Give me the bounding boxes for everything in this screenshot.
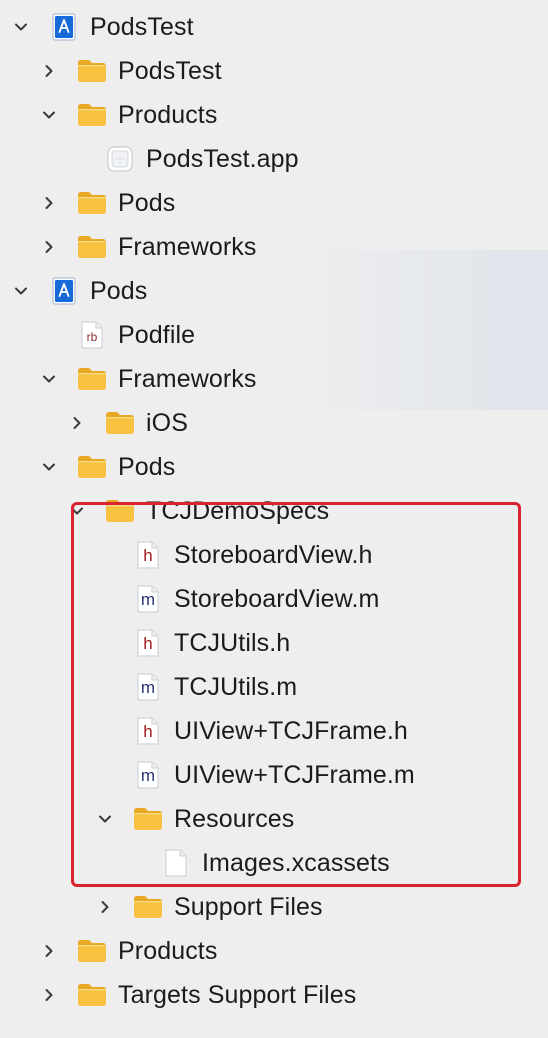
folder-icon	[76, 102, 108, 128]
project-icon	[50, 13, 78, 41]
implementation-file-icon: m	[134, 673, 162, 701]
tree-item-label: TCJUtils.h	[174, 629, 291, 657]
tree-item-label: Pods	[118, 453, 176, 481]
tree-item-label: Frameworks	[118, 365, 257, 393]
chevron-down-icon[interactable]	[67, 501, 87, 521]
tree-row[interactable]: Images.xcassets	[0, 841, 548, 885]
folder-icon	[76, 234, 108, 260]
chevron-down-icon[interactable]	[39, 369, 59, 389]
folder-icon	[76, 366, 108, 392]
chevron-down-icon[interactable]	[39, 457, 59, 477]
svg-text:h: h	[143, 634, 152, 653]
tree-item-label: iOS	[146, 409, 188, 437]
folder-icon	[76, 454, 108, 480]
tree-item-label: PodsTest.app	[146, 145, 299, 173]
tree-row[interactable]: Products	[0, 93, 548, 137]
tree-item-label: Pods	[90, 277, 148, 305]
file-icon	[162, 849, 190, 877]
tree-item-label: Products	[118, 937, 218, 965]
tree-item-label: TCJUtils.m	[174, 673, 298, 701]
tree-item-label: UIView+TCJFrame.h	[174, 717, 408, 745]
folder-icon	[76, 58, 108, 84]
chevron-right-icon[interactable]	[39, 941, 59, 961]
folder-icon	[132, 806, 164, 832]
chevron-down-icon[interactable]	[39, 105, 59, 125]
svg-text:h: h	[143, 546, 152, 565]
chevron-right-icon[interactable]	[95, 897, 115, 917]
tree-row[interactable]: iOS	[0, 401, 548, 445]
tree-item-label: Podfile	[118, 321, 196, 349]
app-icon	[106, 145, 134, 173]
svg-text:m: m	[141, 678, 155, 697]
tree-row[interactable]: Targets Support Files	[0, 973, 548, 1017]
tree-row[interactable]: Support Files	[0, 885, 548, 929]
ruby-file-icon: rb	[78, 321, 106, 349]
tree-row[interactable]: m UIView+TCJFrame.m	[0, 753, 548, 797]
tree-item-label: StoreboardView.m	[174, 585, 380, 613]
svg-text:h: h	[143, 722, 152, 741]
project-icon	[50, 277, 78, 305]
chevron-right-icon[interactable]	[39, 61, 59, 81]
header-file-icon: h	[134, 717, 162, 745]
folder-icon	[132, 894, 164, 920]
chevron-right-icon[interactable]	[39, 193, 59, 213]
tree-row[interactable]: Pods	[0, 445, 548, 489]
svg-text:rb: rb	[87, 330, 98, 344]
tree-row[interactable]: Frameworks	[0, 357, 548, 401]
implementation-file-icon: m	[134, 585, 162, 613]
tree-row[interactable]: m TCJUtils.m	[0, 665, 548, 709]
svg-text:m: m	[141, 766, 155, 785]
tree-item-label: Frameworks	[118, 233, 257, 261]
tree-item-label: Targets Support Files	[118, 981, 357, 1009]
tree-item-label: Support Files	[174, 893, 323, 921]
chevron-right-icon[interactable]	[67, 413, 87, 433]
chevron-down-icon[interactable]	[95, 809, 115, 829]
tree-item-label: StoreboardView.h	[174, 541, 373, 569]
tree-item-label: PodsTest	[90, 13, 194, 41]
chevron-right-icon[interactable]	[39, 237, 59, 257]
folder-icon	[104, 498, 136, 524]
implementation-file-icon: m	[134, 761, 162, 789]
header-file-icon: h	[134, 541, 162, 569]
tree-row[interactable]: TCJDemoSpecs	[0, 489, 548, 533]
tree-item-label: Pods	[118, 189, 176, 217]
tree-item-label: Resources	[174, 805, 295, 833]
tree-row[interactable]: Resources	[0, 797, 548, 841]
tree-row[interactable]: h UIView+TCJFrame.h	[0, 709, 548, 753]
tree-row[interactable]: PodsTest	[0, 49, 548, 93]
tree-row[interactable]: h StoreboardView.h	[0, 533, 548, 577]
tree-item-label: UIView+TCJFrame.m	[174, 761, 415, 789]
folder-icon	[76, 938, 108, 964]
tree-row[interactable]: h TCJUtils.h	[0, 621, 548, 665]
tree-row[interactable]: Pods	[0, 181, 548, 225]
header-file-icon: h	[134, 629, 162, 657]
tree-row[interactable]: Products	[0, 929, 548, 973]
tree-item-label: Products	[118, 101, 218, 129]
svg-text:m: m	[141, 590, 155, 609]
chevron-down-icon[interactable]	[11, 17, 31, 37]
folder-icon	[104, 410, 136, 436]
tree-row[interactable]: rb Podfile	[0, 313, 548, 357]
tree-row[interactable]: PodsTest	[0, 5, 548, 49]
tree-item-label: Images.xcassets	[202, 849, 390, 877]
tree-row[interactable]: m StoreboardView.m	[0, 577, 548, 621]
chevron-right-icon[interactable]	[39, 985, 59, 1005]
tree-row[interactable]: PodsTest.app	[0, 137, 548, 181]
tree-row[interactable]: Pods	[0, 269, 548, 313]
tree-item-label: PodsTest	[118, 57, 222, 85]
folder-icon	[76, 190, 108, 216]
chevron-down-icon[interactable]	[11, 281, 31, 301]
project-navigator: PodsTest PodsTest Products PodsTest.app Pods…	[0, 0, 548, 1038]
tree-item-label: TCJDemoSpecs	[146, 497, 330, 525]
tree-row[interactable]: Frameworks	[0, 225, 548, 269]
folder-icon	[76, 982, 108, 1008]
